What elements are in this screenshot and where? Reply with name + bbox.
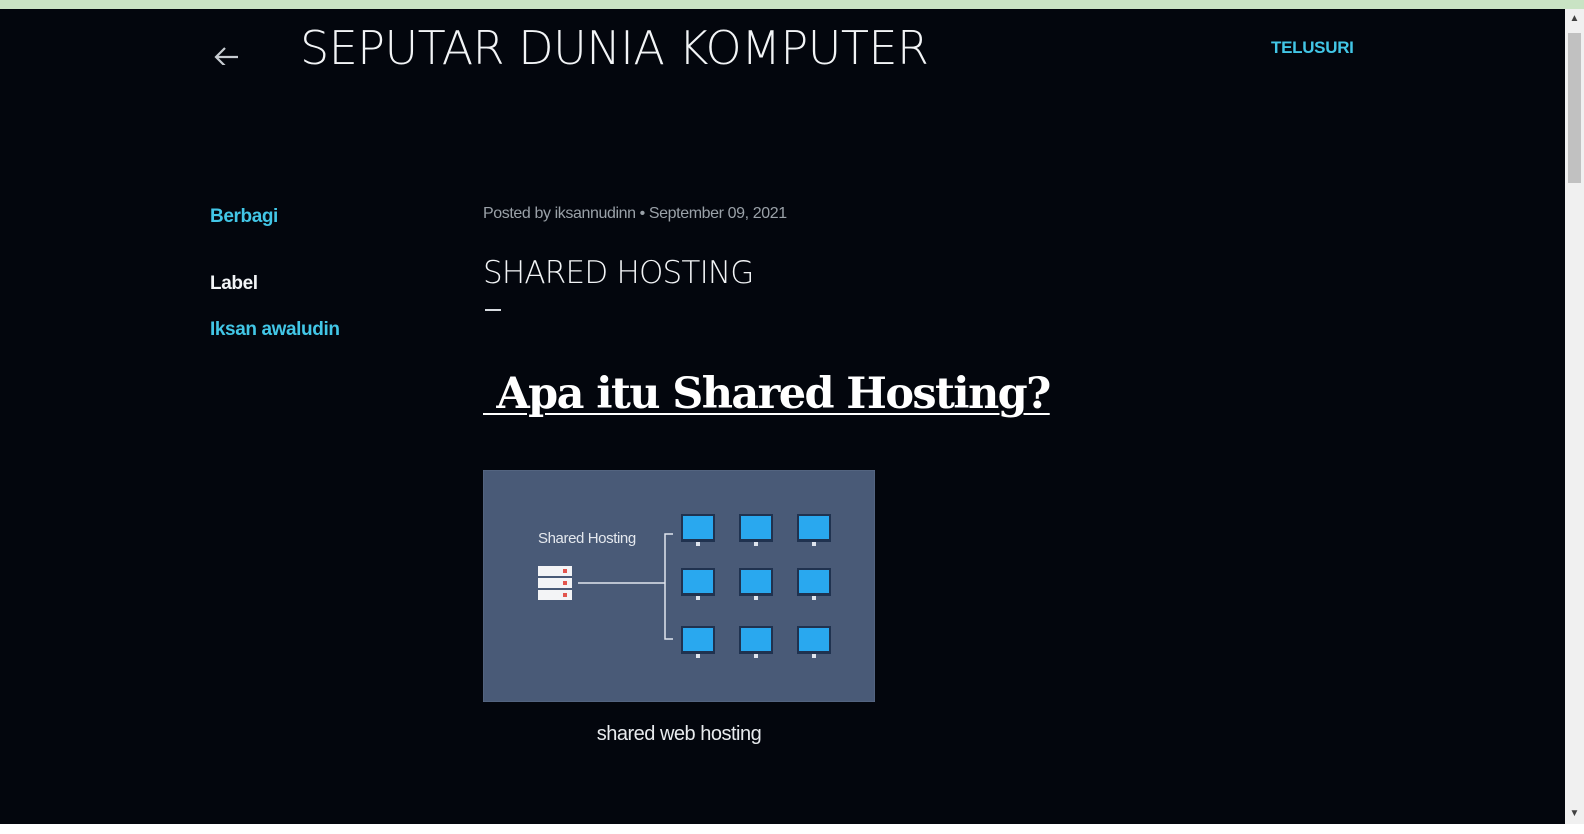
browser-top-strip	[0, 0, 1584, 9]
search-link[interactable]: TELUSURI	[1271, 38, 1354, 58]
arrow-left-icon	[214, 47, 238, 67]
post-author-link[interactable]: iksannudinn	[555, 205, 636, 222]
client-monitors	[681, 514, 831, 658]
title-divider	[485, 309, 501, 311]
monitor-icon	[739, 514, 773, 546]
scroll-up-arrow-icon[interactable]: ▲	[1565, 9, 1584, 29]
monitor-icon	[797, 626, 831, 658]
post-date: September 09, 2021	[648, 205, 787, 222]
post-meta-prefix: Posted by	[483, 205, 555, 222]
scroll-thumb[interactable]	[1568, 33, 1581, 183]
figure-caption: shared web hosting	[596, 723, 762, 745]
back-button[interactable]	[204, 31, 244, 67]
scrollbar[interactable]: ▲ ▼	[1565, 9, 1584, 824]
figure-label: Shared Hosting	[538, 530, 636, 547]
monitor-icon	[681, 626, 715, 658]
shared-hosting-diagram: Shared Hosting	[483, 470, 875, 702]
server-icon	[538, 566, 572, 600]
monitor-icon	[739, 568, 773, 600]
post-title: SHARED HOSTING	[483, 255, 754, 291]
monitor-icon	[797, 568, 831, 600]
post-meta: Posted by iksannudinn • September 09, 20…	[483, 205, 787, 223]
browser-bottom-strip	[0, 824, 1584, 834]
shared-hosting-figure[interactable]: Shared Hosting	[483, 470, 875, 702]
scroll-down-arrow-icon[interactable]: ▼	[1565, 804, 1584, 824]
monitor-icon	[681, 568, 715, 600]
post-meta-separator: •	[635, 205, 649, 222]
label-link[interactable]: Iksan awaludin	[210, 319, 340, 341]
share-link[interactable]: Berbagi	[210, 206, 278, 228]
article-heading-link[interactable]: Apa itu Shared Hosting?	[483, 369, 1051, 419]
monitor-icon	[797, 514, 831, 546]
label-heading: Label	[210, 273, 258, 294]
monitor-icon	[739, 626, 773, 658]
monitor-icon	[681, 514, 715, 546]
blog-page: SEPUTAR DUNIA KOMPUTER TELUSURI Berbagi …	[0, 9, 1565, 824]
site-title[interactable]: SEPUTAR DUNIA KOMPUTER	[300, 21, 929, 75]
